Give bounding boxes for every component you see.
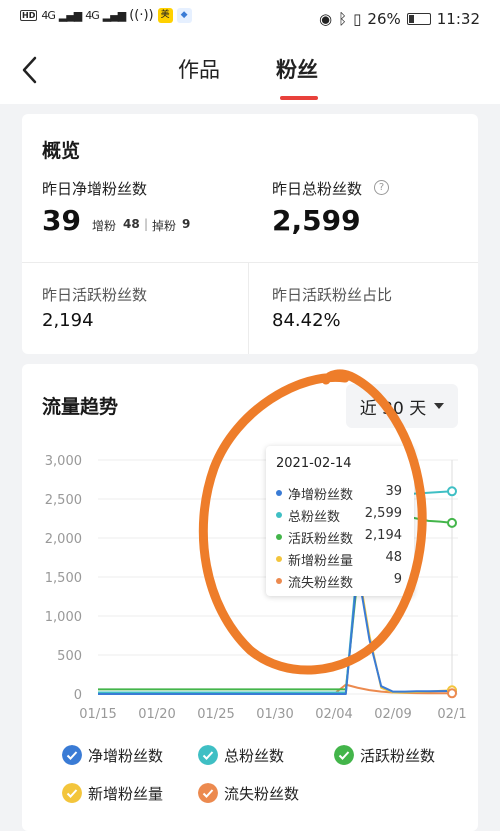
tooltip-row: 活跃粉丝数 2,194 (276, 528, 406, 548)
active-fans-value: 2,194 (42, 310, 94, 331)
hd-indicator: HD (20, 10, 38, 21)
gain-value: 48 (123, 217, 140, 231)
status-right: ◉ ᛒ ▯ 26% 11:32 (319, 10, 480, 28)
check-circle-icon (198, 783, 218, 803)
x-tick-label: 01/15 (79, 707, 116, 722)
back-arrow-icon[interactable] (16, 54, 46, 86)
check-circle-icon (62, 783, 82, 803)
y-tick-label: 2,500 (45, 493, 82, 508)
overview-title: 概览 (42, 140, 81, 162)
eye-icon: ◉ (319, 10, 333, 28)
active-ratio-label: 昨日活跃粉丝占比 (272, 286, 393, 304)
app-notification-icon: ◆ (176, 8, 192, 23)
tooltip-dot (276, 534, 282, 540)
date-range-label: 近 30 天 (359, 398, 427, 419)
battery-percent: 26% (367, 10, 401, 28)
trend-card: 流量趋势 近 30 天 0 500 1,000 1,500 2,000 2,500 3,00… (22, 364, 478, 831)
battery-fill (408, 15, 414, 23)
tooltip-name: 流失粉丝数 (288, 576, 354, 591)
check-circle-icon (334, 745, 354, 765)
clock: 11:32 (436, 10, 480, 28)
network-type-2: 4G (85, 9, 99, 22)
x-tick-label: 02/04 (315, 707, 352, 722)
x-tick-label: 02/09 (374, 707, 411, 722)
tooltip-name: 新增粉丝量 (288, 554, 354, 569)
x-tick-label: 01/25 (197, 707, 234, 722)
total-fans-value: 2,599 (272, 204, 361, 237)
net-fans-value: 39 (42, 204, 81, 237)
gain-label: 增粉 (92, 219, 117, 233)
x-tick-label: 01/20 (138, 707, 175, 722)
active-fans-label: 昨日活跃粉丝数 (42, 286, 148, 304)
status-left: HD 4G ▂▄▆ 4G ▂▄▆ ((·)) 美 ◆ (20, 8, 192, 23)
tooltip-value: 9 (393, 572, 402, 587)
tooltip-date: 2021-02-14 (276, 456, 352, 471)
trend-title: 流量趋势 (42, 396, 119, 418)
check-circle-icon (198, 745, 218, 765)
caret-down-icon (434, 403, 445, 409)
y-tick-label: 500 (57, 649, 82, 664)
tooltip-row: 流失粉丝数 9 (276, 572, 406, 592)
status-bar: HD 4G ▂▄▆ 4G ▂▄▆ ((·)) 美 ◆ ◉ ᛒ ▯ 26% 11:… (0, 0, 500, 40)
y-tick-label: 1,000 (45, 610, 82, 625)
tooltip-dot (276, 578, 282, 584)
legend-label: 新增粉丝量 (88, 785, 164, 803)
series-point (447, 517, 457, 528)
date-range-dropdown[interactable]: 近 30 天 (346, 384, 458, 428)
tooltip-value: 2,194 (364, 528, 402, 543)
battery-icon (406, 13, 431, 25)
y-tick-label: 1,500 (45, 571, 82, 586)
legend-label: 流失粉丝数 (224, 785, 300, 803)
x-tick-label: 02/1 (437, 707, 466, 722)
tooltip-dot (276, 556, 282, 562)
tooltip-name: 总粉丝数 (288, 510, 341, 525)
tooltip-row: 新增粉丝量 48 (276, 550, 406, 570)
legend-label: 总粉丝数 (224, 747, 285, 765)
active-ratio-value: 84.42% (272, 310, 341, 331)
wifi-icon: ((·)) (129, 8, 154, 23)
chart-tooltip: 2021-02-14 净增粉丝数 39 总粉丝数 2,599 活跃粉丝数 2,1… (266, 446, 414, 596)
check-circle-icon (62, 745, 82, 765)
tab-fans[interactable]: 粉丝 (276, 54, 318, 84)
loss-label: 掉粉 (152, 219, 177, 233)
tooltip-value: 48 (385, 550, 402, 565)
tooltip-name: 净增粉丝数 (288, 488, 354, 503)
signal-icon-2: ▂▄▆ (102, 9, 126, 22)
x-tick-label: 01/30 (256, 707, 293, 722)
series-point (447, 486, 457, 497)
signal-icon: ▂▄▆ (58, 9, 82, 22)
overview-divider-h (22, 262, 478, 263)
y-tick-label: 0 (74, 688, 82, 703)
net-fans-label: 昨日净增粉丝数 (42, 180, 148, 198)
tooltip-value: 39 (385, 484, 402, 499)
legend-label: 净增粉丝数 (88, 747, 164, 765)
overview-card: 概览 昨日净增粉丝数 39 增粉 48 | 掉粉 9 昨日总粉丝数 ? 2,59… (22, 114, 478, 354)
y-tick-label: 2,000 (45, 532, 82, 547)
active-tab-indicator (280, 96, 318, 100)
overview-divider-v (248, 262, 249, 354)
meituan-icon: 美 (157, 8, 173, 23)
tooltip-dot (276, 490, 282, 496)
gain-loss-separator: | (144, 217, 149, 231)
network-type-1: 4G (41, 9, 55, 22)
y-tick-label: 3,000 (45, 454, 82, 469)
bluetooth-icon: ᛒ (338, 10, 348, 28)
legend-label: 活跃粉丝数 (360, 747, 436, 765)
help-icon[interactable]: ? (374, 180, 389, 195)
series-point (447, 688, 457, 699)
tooltip-dot (276, 512, 282, 518)
total-fans-label: 昨日总粉丝数 (272, 180, 363, 198)
tooltip-row: 总粉丝数 2,599 (276, 506, 406, 526)
tooltip-value: 2,599 (364, 506, 402, 521)
top-nav: 作品 粉丝 (0, 40, 500, 104)
vibrate-icon: ▯ (353, 10, 362, 28)
loss-value: 9 (182, 217, 191, 231)
tooltip-name: 活跃粉丝数 (288, 532, 354, 547)
tab-works[interactable]: 作品 (178, 54, 220, 84)
tooltip-row: 净增粉丝数 39 (276, 484, 406, 504)
